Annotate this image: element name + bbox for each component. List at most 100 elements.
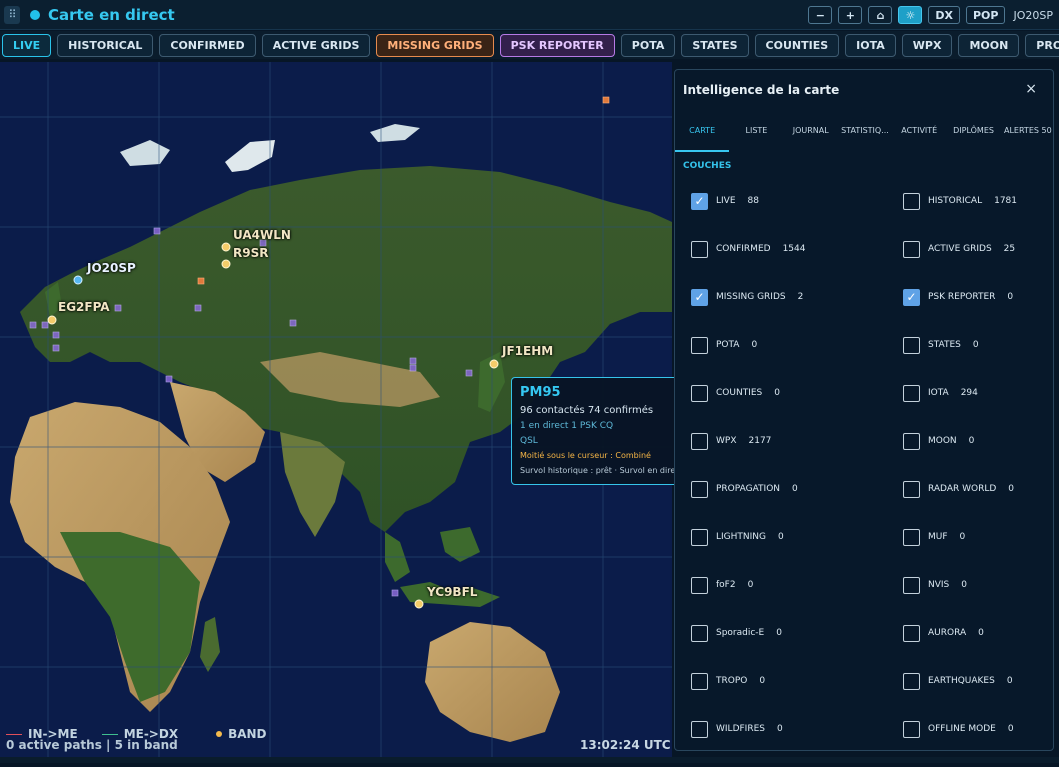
marker-label-r9sr[interactable]: R9SR: [233, 246, 268, 260]
marker-ua4wln[interactable]: [221, 242, 231, 252]
layer-button-missing-grids[interactable]: MISSING GRIDS: [376, 33, 494, 57]
layer-toggle-sporadic-e[interactable]: ✓ Sporadic-E 0: [691, 623, 903, 643]
layer-button-psk-reporter[interactable]: PSK REPORTER: [499, 33, 615, 57]
zoom-in-button[interactable]: +: [838, 6, 863, 24]
checkbox[interactable]: ✓: [691, 528, 708, 546]
marker-label-eg2fpa[interactable]: EG2FPA: [58, 300, 110, 314]
layer-button-active-grids[interactable]: ACTIVE GRIDS: [261, 33, 371, 57]
marker-eg2fpa[interactable]: [47, 315, 57, 325]
marker-label-jo20sp[interactable]: JO20SP: [87, 261, 136, 275]
sun-toggle-button[interactable]: ☼: [898, 6, 923, 24]
layer-toggle-muf[interactable]: ✓ MUF 0: [903, 527, 1041, 547]
marker-label-ua4wln[interactable]: UA4WLN: [233, 228, 291, 242]
grid-square[interactable]: [114, 304, 122, 312]
grid-square[interactable]: [194, 304, 202, 312]
checkbox[interactable]: ✓: [903, 192, 920, 210]
checkbox[interactable]: ✓: [691, 432, 708, 450]
checkbox[interactable]: ✓: [691, 672, 708, 690]
checkbox[interactable]: ✓: [691, 288, 708, 306]
layer-button-pota[interactable]: POTA: [620, 33, 676, 57]
pop-button[interactable]: POP: [966, 6, 1006, 24]
checkbox[interactable]: ✓: [903, 576, 920, 594]
layer-toggle-historical[interactable]: ✓ HISTORICAL 1781: [903, 191, 1041, 211]
layer-button-counties[interactable]: COUNTIES: [754, 33, 840, 57]
grid-square[interactable]: [153, 227, 161, 235]
layer-toggle-wildfires[interactable]: ✓ WILDFIRES 0: [691, 719, 903, 739]
marker-label-yc9bfl[interactable]: YC9BFL: [427, 585, 477, 599]
grid-square[interactable]: [409, 357, 417, 365]
marker-r9sr[interactable]: [221, 259, 231, 269]
checkbox[interactable]: ✓: [903, 336, 920, 354]
layer-toggle-iota[interactable]: ✓ IOTA 294: [903, 383, 1041, 403]
layer-toggle-fof2[interactable]: ✓ foF2 0: [691, 575, 903, 595]
checkbox[interactable]: ✓: [691, 240, 708, 258]
tab-1[interactable]: CARTE: [675, 124, 730, 152]
layer-toggle-states[interactable]: ✓ STATES 0: [903, 335, 1041, 355]
grid-square[interactable]: [29, 321, 37, 329]
drag-grip-icon[interactable]: ⠿: [4, 5, 20, 24]
layer-toggle-wpx[interactable]: ✓ WPX 2177: [691, 431, 903, 451]
dx-button[interactable]: DX: [928, 6, 960, 24]
layer-toggle-live[interactable]: ✓ LIVE 88: [691, 191, 903, 211]
checkbox[interactable]: ✓: [691, 336, 708, 354]
layer-button-moon[interactable]: MOON: [958, 33, 1020, 57]
layer-toggle-nvis[interactable]: ✓ NVIS 0: [903, 575, 1041, 595]
grid-square[interactable]: [465, 369, 473, 377]
marker-label-jf1ehm[interactable]: JF1EHM: [502, 344, 553, 358]
checkbox[interactable]: ✓: [691, 192, 708, 210]
tab-7[interactable]: ALERTES 50: [1001, 124, 1055, 154]
checkbox[interactable]: ✓: [903, 624, 920, 642]
checkbox[interactable]: ✓: [903, 288, 920, 306]
marker-jo20sp[interactable]: [73, 275, 83, 285]
checkbox[interactable]: ✓: [903, 480, 920, 498]
checkbox[interactable]: ✓: [903, 240, 920, 258]
layer-toggle-earthquakes[interactable]: ✓ EARTHQUAKES 0: [903, 671, 1041, 691]
layer-toggle-lightning[interactable]: ✓ LIGHTNING 0: [691, 527, 903, 547]
checkbox[interactable]: ✓: [903, 384, 920, 402]
checkbox[interactable]: ✓: [903, 528, 920, 546]
layer-button-live[interactable]: LIVE: [2, 33, 52, 57]
tab-2[interactable]: LISTE: [729, 124, 783, 154]
checkbox[interactable]: ✓: [691, 624, 708, 642]
checkbox[interactable]: ✓: [691, 480, 708, 498]
layer-button-iota[interactable]: IOTA: [845, 33, 896, 57]
layer-toggle-moon[interactable]: ✓ MOON 0: [903, 431, 1041, 451]
grid-square[interactable]: [41, 321, 49, 329]
grid-square[interactable]: [602, 96, 610, 104]
layer-toggle-aurora[interactable]: ✓ AURORA 0: [903, 623, 1041, 643]
grid-square[interactable]: [52, 331, 60, 339]
tab-4[interactable]: STATISTIQ...: [838, 124, 892, 154]
checkbox[interactable]: ✓: [903, 672, 920, 690]
layer-button-confirmed[interactable]: CONFIRMED: [159, 33, 256, 57]
grid-square[interactable]: [197, 277, 205, 285]
layer-toggle-propagation[interactable]: ✓ PROPAGATION 0: [691, 479, 903, 499]
layer-button-states[interactable]: STATES: [681, 33, 749, 57]
grid-square[interactable]: [391, 589, 399, 597]
layer-toggle-counties[interactable]: ✓ COUNTIES 0: [691, 383, 903, 403]
layer-toggle-missing-grids[interactable]: ✓ MISSING GRIDS 2: [691, 287, 903, 307]
checkbox[interactable]: ✓: [691, 576, 708, 594]
layer-toggle-active-grids[interactable]: ✓ ACTIVE GRIDS 25: [903, 239, 1041, 259]
grid-square[interactable]: [52, 344, 60, 352]
layer-button-historical[interactable]: HISTORICAL: [57, 33, 154, 57]
tab-3[interactable]: JOURNAL: [784, 124, 838, 154]
layer-toggle-pota[interactable]: ✓ POTA 0: [691, 335, 903, 355]
checkbox[interactable]: ✓: [903, 720, 920, 738]
layer-button-wpx[interactable]: WPX: [901, 33, 953, 57]
layer-toggle-radar-world[interactable]: ✓ RADAR WORLD 0: [903, 479, 1041, 499]
grid-square[interactable]: [409, 364, 417, 372]
layer-toggle-offline-mode[interactable]: ✓ OFFLINE MODE 0: [903, 719, 1041, 739]
tab-6[interactable]: DIPLÔMES: [946, 124, 1000, 154]
checkbox[interactable]: ✓: [903, 432, 920, 450]
grid-square[interactable]: [165, 375, 173, 383]
close-icon[interactable]: ×: [1025, 81, 1037, 97]
home-button[interactable]: ⌂: [868, 6, 893, 24]
layer-toggle-tropo[interactable]: ✓ TROPO 0: [691, 671, 903, 691]
zoom-out-button[interactable]: −: [808, 6, 833, 24]
layer-toggle-psk-reporter[interactable]: ✓ PSK REPORTER 0: [903, 287, 1041, 307]
marker-yc9bfl[interactable]: [414, 599, 424, 609]
marker-jf1ehm[interactable]: [489, 359, 499, 369]
grid-square[interactable]: [289, 319, 297, 327]
layer-button-propagation[interactable]: PROPAGATION: [1025, 33, 1059, 57]
checkbox[interactable]: ✓: [691, 720, 708, 738]
